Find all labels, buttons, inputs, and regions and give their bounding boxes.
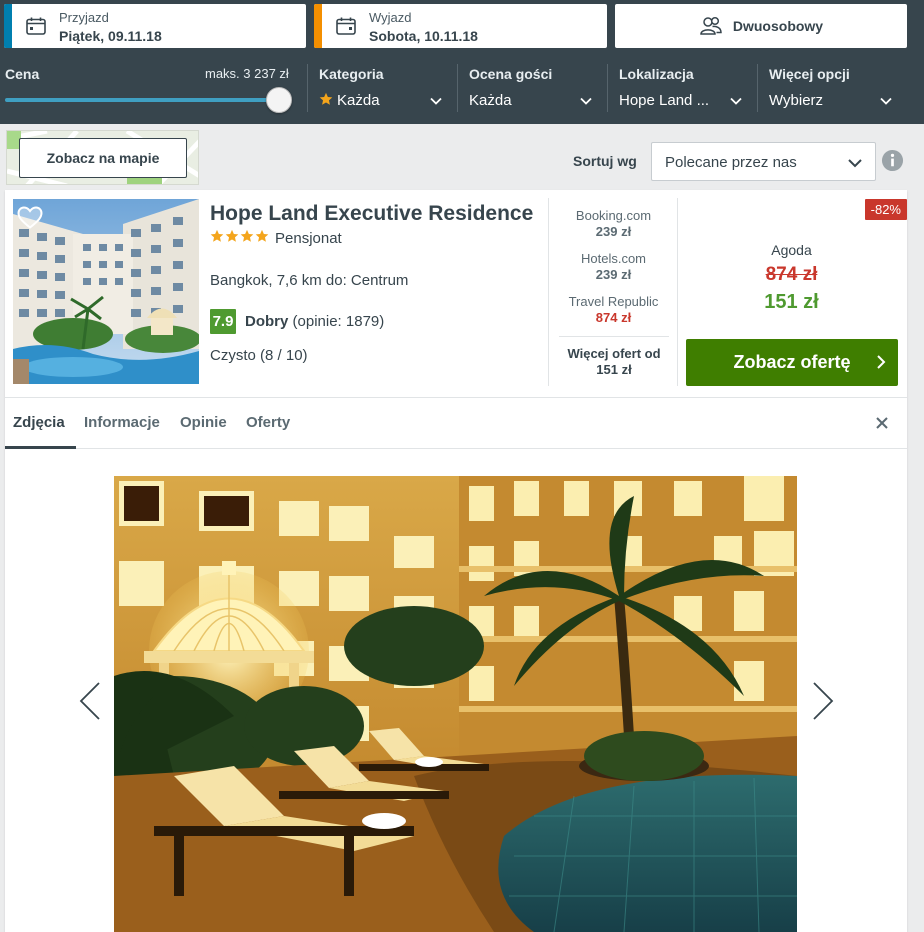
rating-score-badge: 7.9 [210,309,236,334]
offer-item[interactable]: Hotels.com 239 zł [549,251,678,282]
checkout-value: Sobota, 10.11.18 [369,28,478,44]
price-slider-handle[interactable] [266,87,292,113]
chevron-right-icon [877,355,886,369]
checkin-date-picker[interactable]: Przyjazd Piątek, 09.11.18 [4,4,306,48]
checkin-value: Piątek, 09.11.18 [59,28,162,44]
sort-label: Sortuj wg [573,153,637,169]
price-max-label: maks. 3 237 zł [205,66,289,81]
location-filter-value: Hope Land ... [619,92,710,109]
checkin-label: Przyjazd [59,10,109,25]
star-icon [255,229,269,242]
more-offers-price: 151 zł [596,362,632,377]
rating-count: (opinie: 1879) [292,313,385,330]
offer-price: 239 zł [595,224,632,239]
gallery-next-icon[interactable] [810,681,836,721]
filter-divider [757,64,758,112]
guest-rating-filter-label: Ocena gości [469,66,553,82]
filter-divider [307,64,308,112]
category-filter-value: Każda [319,92,380,109]
price-filter-label: Cena [5,66,40,82]
hotel-location[interactable]: Bangkok, 7,6 km do: Centrum [210,272,408,289]
map-thumbnail[interactable]: Zobacz na mapie [6,130,199,185]
gallery-photo[interactable] [114,476,797,932]
offer-list: Booking.com 239 zł Hotels.com 239 zł Tra… [548,198,678,386]
category-filter[interactable]: Kategoria Każda [307,58,457,118]
checkout-accent-stripe [314,4,322,48]
room-type-selector[interactable]: Dwuosobowy [615,4,907,48]
sort-value: Polecane przez nas [665,154,797,171]
gallery-prev-icon[interactable] [77,681,103,721]
offer-item[interactable]: Booking.com 239 zł [549,208,678,239]
offer-item[interactable]: Travel Republic 874 zł [549,294,678,325]
filter-divider [607,64,608,112]
location-filter[interactable]: Lokalizacja Hope Land ... [607,58,757,118]
filter-divider [457,64,458,112]
star-icon [240,229,254,242]
offer-price: 874 zł [595,310,632,325]
calendar-icon [336,17,356,35]
checkout-date-picker[interactable]: Wyjazd Sobota, 10.11.18 [314,4,607,48]
discount-badge: -82% [864,199,907,220]
active-tab-indicator [5,446,76,449]
checkin-accent-stripe [4,4,12,48]
chevron-down-icon [730,97,742,105]
guest-rating-filter[interactable]: Ocena gości Każda [457,58,607,118]
star-icon [210,229,224,242]
users-icon [700,16,722,35]
cleanliness-score: Czysto (8 / 10) [210,347,308,364]
search-header: Przyjazd Piątek, 09.11.18 Wyjazd Sobota,… [0,0,924,124]
offer-price: 239 zł [595,267,632,282]
checkout-label: Wyjazd [369,10,412,25]
heart-icon[interactable] [17,206,43,230]
more-offers-label: Więcej ofert od [567,346,661,361]
category-value-text: Każda [337,92,380,109]
rating-word: Dobry [245,313,289,330]
location-filter-label: Lokalizacja [619,66,694,82]
chevron-down-icon [430,97,442,105]
hotel-result-card: Hope Land Executive Residence Pensjonat … [5,190,907,932]
sort-dropdown[interactable]: Polecane przez nas [651,142,876,181]
chevron-down-icon [848,159,862,168]
detail-tabs: Zdjęcia Informacje Opinie Oferty [5,397,907,449]
tab-deals[interactable]: Oferty [246,414,290,431]
tab-photos[interactable]: Zdjęcia [13,414,65,431]
tab-reviews[interactable]: Opinie [180,414,227,431]
hotel-star-rating [210,229,269,243]
more-options-filter-label: Więcej opcji [769,66,850,82]
guest-rating-filter-value: Każda [469,92,512,109]
offer-site: Travel Republic [568,294,659,309]
price-slider-track[interactable] [5,98,280,102]
chevron-down-icon [580,97,592,105]
deal-price: 151 zł [764,291,819,313]
original-price: 874 zł [765,264,818,285]
gallery-photo-image [114,476,797,932]
category-filter-label: Kategoria [319,66,384,82]
hotel-type: Pensjonat [275,230,342,247]
star-icon [225,229,239,242]
more-offers-link[interactable]: Więcej ofert od 151 zł [559,336,669,378]
calendar-icon [26,17,46,35]
offer-site: Booking.com [575,208,652,223]
view-deal-label: Zobacz ofertę [733,352,851,372]
best-deal-site: Agoda [771,242,812,258]
info-icon[interactable] [881,149,904,172]
more-options-filter[interactable]: Więcej opcji Wybierz [757,58,907,118]
more-options-filter-value: Wybierz [769,92,824,109]
star-icon [319,92,333,105]
hotel-name[interactable]: Hope Land Executive Residence [210,202,540,226]
offer-site: Hotels.com [580,251,647,266]
tab-info[interactable]: Informacje [84,414,160,431]
close-icon[interactable] [874,415,890,431]
chevron-down-icon [880,97,892,105]
rating-summary[interactable]: Dobry (opinie: 1879) [245,313,384,330]
room-type-label: Dwuosobowy [732,18,824,34]
filter-bar: Cena maks. 3 237 zł Kategoria Każda Ocen… [0,58,924,118]
view-deal-button[interactable]: Zobacz ofertę [686,339,898,386]
view-on-map-button[interactable]: Zobacz na mapie [19,138,187,178]
